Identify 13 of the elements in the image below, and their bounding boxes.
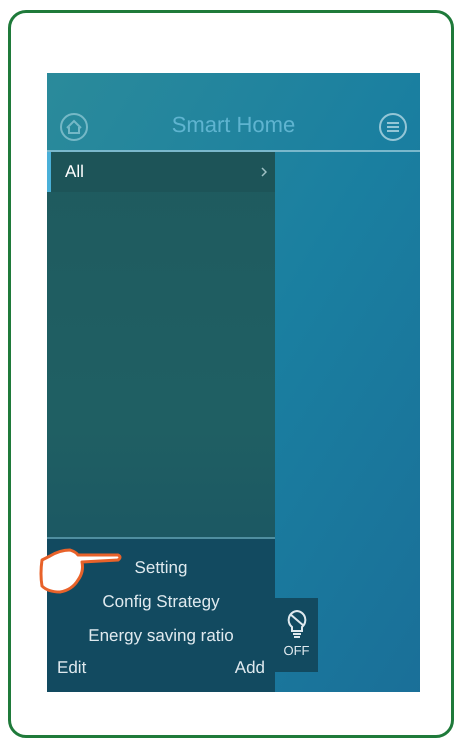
- pointing-hand-icon: [38, 546, 124, 596]
- menu-icon[interactable]: [378, 112, 408, 142]
- home-icon[interactable]: [59, 112, 89, 142]
- menu-item[interactable]: Setting: [134, 550, 188, 584]
- menu-item[interactable]: Config Strategy: [102, 584, 220, 618]
- menu-item[interactable]: Energy saving ratio: [88, 618, 234, 652]
- device-status: OFF: [284, 642, 310, 660]
- app-title: Smart Home: [172, 111, 296, 139]
- drawer-item[interactable]: All: [47, 152, 275, 192]
- device-tile[interactable]: OFF: [275, 598, 318, 672]
- action-button[interactable]: Add: [234, 654, 265, 680]
- chevron-icon: [261, 167, 267, 177]
- action-button[interactable]: Edit: [57, 654, 86, 680]
